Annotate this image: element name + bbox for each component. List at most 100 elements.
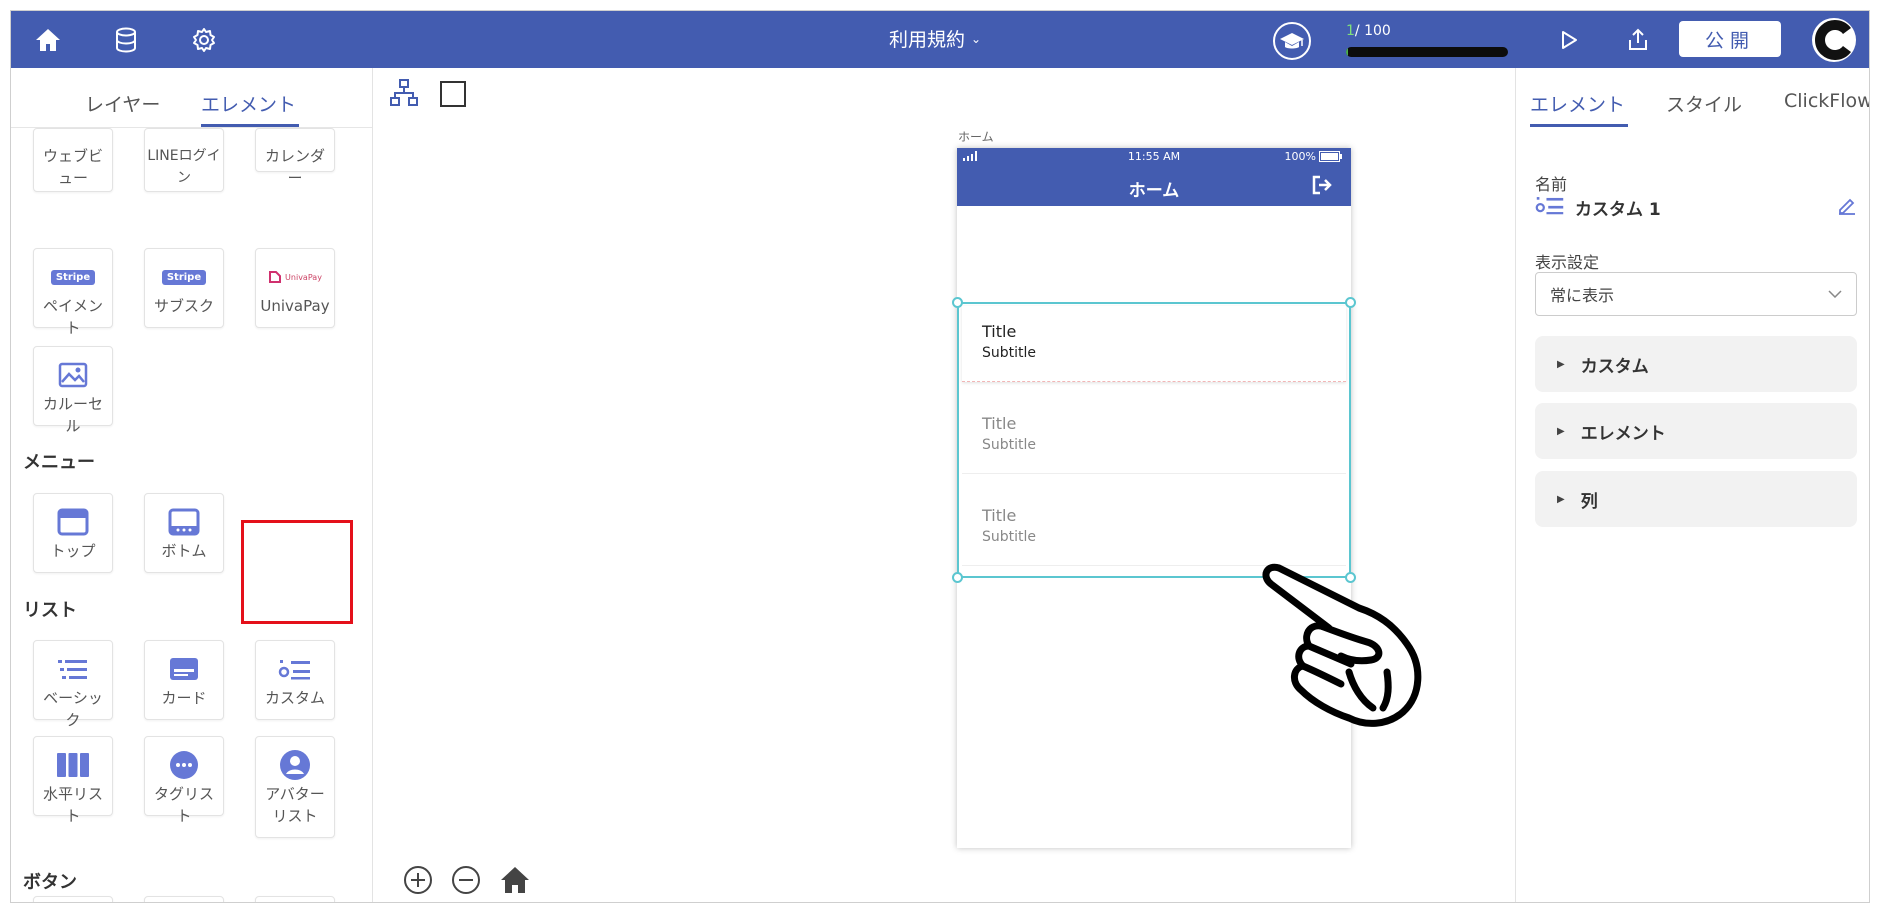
tab-style[interactable]: スタイル	[1666, 90, 1742, 117]
zoom-in-icon[interactable]	[403, 865, 433, 899]
element-carousel[interactable]: カルーセル	[33, 346, 113, 435]
share-icon[interactable]	[1623, 25, 1653, 55]
tab-layers[interactable]: レイヤー	[85, 90, 160, 117]
progress-counter: 1/ 100	[1346, 23, 1391, 39]
element-calendar[interactable]: カレンダー	[255, 128, 335, 187]
zoom-toolbar	[403, 865, 531, 899]
top-bar: 利用規約 ⌄ 1/ 100 公開	[11, 11, 1869, 68]
left-panel-tabs: レイヤー エレメント	[11, 68, 372, 128]
element-card-list[interactable]: カード	[144, 640, 224, 720]
caret-right-icon: ▶	[1557, 425, 1565, 437]
custom-list-icon	[278, 660, 310, 680]
resize-handle[interactable]	[952, 572, 963, 583]
graduation-cap-icon	[1280, 33, 1304, 49]
tab-clickflow[interactable]: ClickFlow	[1784, 90, 1869, 112]
zoom-out-icon[interactable]	[451, 865, 481, 899]
phone-header-title: ホーム	[1128, 181, 1180, 201]
phone-header: ホーム	[957, 166, 1351, 206]
univapay-logo-text: UnivaPay	[285, 272, 322, 282]
accordion-columns[interactable]: ▶ 列	[1535, 471, 1857, 527]
logout-icon[interactable]	[1311, 174, 1333, 200]
app-window: 利用規約 ⌄ 1/ 100 公開 レイヤー エレメント ウェブビュー LINEロ…	[10, 10, 1870, 903]
page-selector[interactable]: 利用規約 ⌄	[889, 25, 981, 52]
properties-panel: エレメント スタイル ClickFlow 名前 カスタム 1 表示設定 常に表示…	[1515, 68, 1869, 902]
home-view-icon[interactable]	[499, 865, 531, 899]
accordion-custom-label: カスタム	[1580, 356, 1649, 377]
battery-level: 100%	[1284, 150, 1316, 163]
caret-right-icon: ▶	[1557, 358, 1565, 370]
visibility-value: 常に表示	[1550, 286, 1615, 305]
section-list: リスト	[23, 600, 77, 621]
element-basic-list[interactable]: ベーシック	[33, 640, 113, 729]
frame-toggle-icon[interactable]	[439, 80, 467, 112]
more-horizontal-icon	[170, 751, 198, 779]
highlight-annotation	[241, 520, 353, 624]
list-item[interactable]: Title Subtitle	[962, 398, 1346, 474]
play-icon[interactable]	[1554, 25, 1584, 55]
home-icon[interactable]	[33, 25, 63, 55]
element-top-menu[interactable]: トップ	[33, 493, 113, 573]
element-bottom-menu-label: ボトム	[161, 542, 207, 560]
section-button: ボタン	[23, 872, 77, 893]
element-custom-list[interactable]: カスタム	[255, 640, 335, 720]
univapay-icon: UnivaPay	[268, 270, 322, 284]
element-carousel-label: カルーセル	[42, 395, 103, 435]
design-canvas: ホーム 11:55 AM 100% ホーム Title Subtitle Tit…	[373, 68, 1515, 902]
list-item[interactable]: Title Subtitle	[962, 490, 1346, 566]
phone-preview: 11:55 AM 100% ホーム Title Subtitle Title S…	[952, 148, 1356, 848]
element-name-value: カスタム 1	[1575, 200, 1661, 220]
accordion-element[interactable]: ▶ エレメント	[1535, 403, 1857, 459]
list-item-subtitle: Subtitle	[982, 529, 1037, 545]
element-webview[interactable]: ウェブビュー	[33, 128, 113, 192]
element-card-list-label: カード	[161, 689, 207, 707]
element-button-partial[interactable]	[33, 896, 113, 902]
list-icon	[58, 660, 87, 679]
element-subscription-label: サブスク	[153, 297, 214, 315]
stripe-icon: Stripe	[50, 269, 96, 285]
element-line-login[interactable]: LINEログイン	[144, 128, 224, 192]
element-top-menu-label: トップ	[50, 542, 96, 560]
gear-icon[interactable]	[189, 25, 219, 55]
chevron-down-icon: ⌄	[971, 31, 982, 46]
element-univapay[interactable]: UnivaPay UnivaPay	[255, 248, 335, 328]
element-bottom-menu[interactable]: ボトム	[144, 493, 224, 573]
tab-elements[interactable]: エレメント	[201, 90, 296, 117]
columns-icon	[57, 753, 89, 777]
battery-icon	[1319, 151, 1342, 162]
element-button-partial[interactable]	[144, 896, 224, 902]
list-item[interactable]: Title Subtitle	[962, 306, 1346, 382]
tutorial-button[interactable]	[1273, 22, 1311, 60]
element-payment-label: ペイメント	[42, 297, 103, 337]
element-basic-list-label: ベーシック	[43, 689, 103, 729]
resize-handle[interactable]	[1345, 297, 1356, 308]
element-horizontal-list-label: 水平リスト	[42, 785, 103, 825]
element-horizontal-list[interactable]: 水平リスト	[33, 736, 113, 825]
element-avatar-list-label: アバターリスト	[265, 785, 325, 825]
active-tab-indicator	[1530, 124, 1628, 127]
element-tag-list[interactable]: タグリスト	[144, 736, 224, 825]
account-circle-icon	[280, 750, 310, 780]
accordion-custom[interactable]: ▶ カスタム	[1535, 336, 1857, 392]
progress-bar	[1346, 47, 1508, 57]
visibility-select[interactable]: 常に表示	[1535, 272, 1857, 316]
edit-pencil-icon[interactable]	[1837, 195, 1857, 219]
element-subscription[interactable]: Stripe サブスク	[144, 248, 224, 328]
name-label: 名前	[1535, 175, 1568, 194]
tab-element[interactable]: エレメント	[1530, 90, 1625, 117]
publish-button[interactable]: 公開	[1679, 21, 1781, 57]
chevron-down-icon	[1828, 290, 1842, 298]
section-menu: メニュー	[23, 452, 95, 473]
card-icon	[170, 658, 198, 680]
progress-total: / 100	[1354, 23, 1391, 39]
element-avatar-list[interactable]: アバターリスト	[255, 736, 335, 838]
element-button-partial[interactable]	[255, 896, 335, 902]
element-payment[interactable]: Stripe ペイメント	[33, 248, 113, 337]
list-item-title: Title	[982, 322, 1017, 341]
page-label: ホーム	[958, 130, 994, 144]
active-tab-indicator	[201, 124, 299, 127]
list-item-title: Title	[982, 506, 1017, 525]
list-item-title: Title	[982, 414, 1017, 433]
sitemap-icon[interactable]	[389, 78, 419, 112]
database-icon[interactable]	[111, 25, 141, 55]
element-tag-list-label: タグリスト	[153, 785, 214, 825]
